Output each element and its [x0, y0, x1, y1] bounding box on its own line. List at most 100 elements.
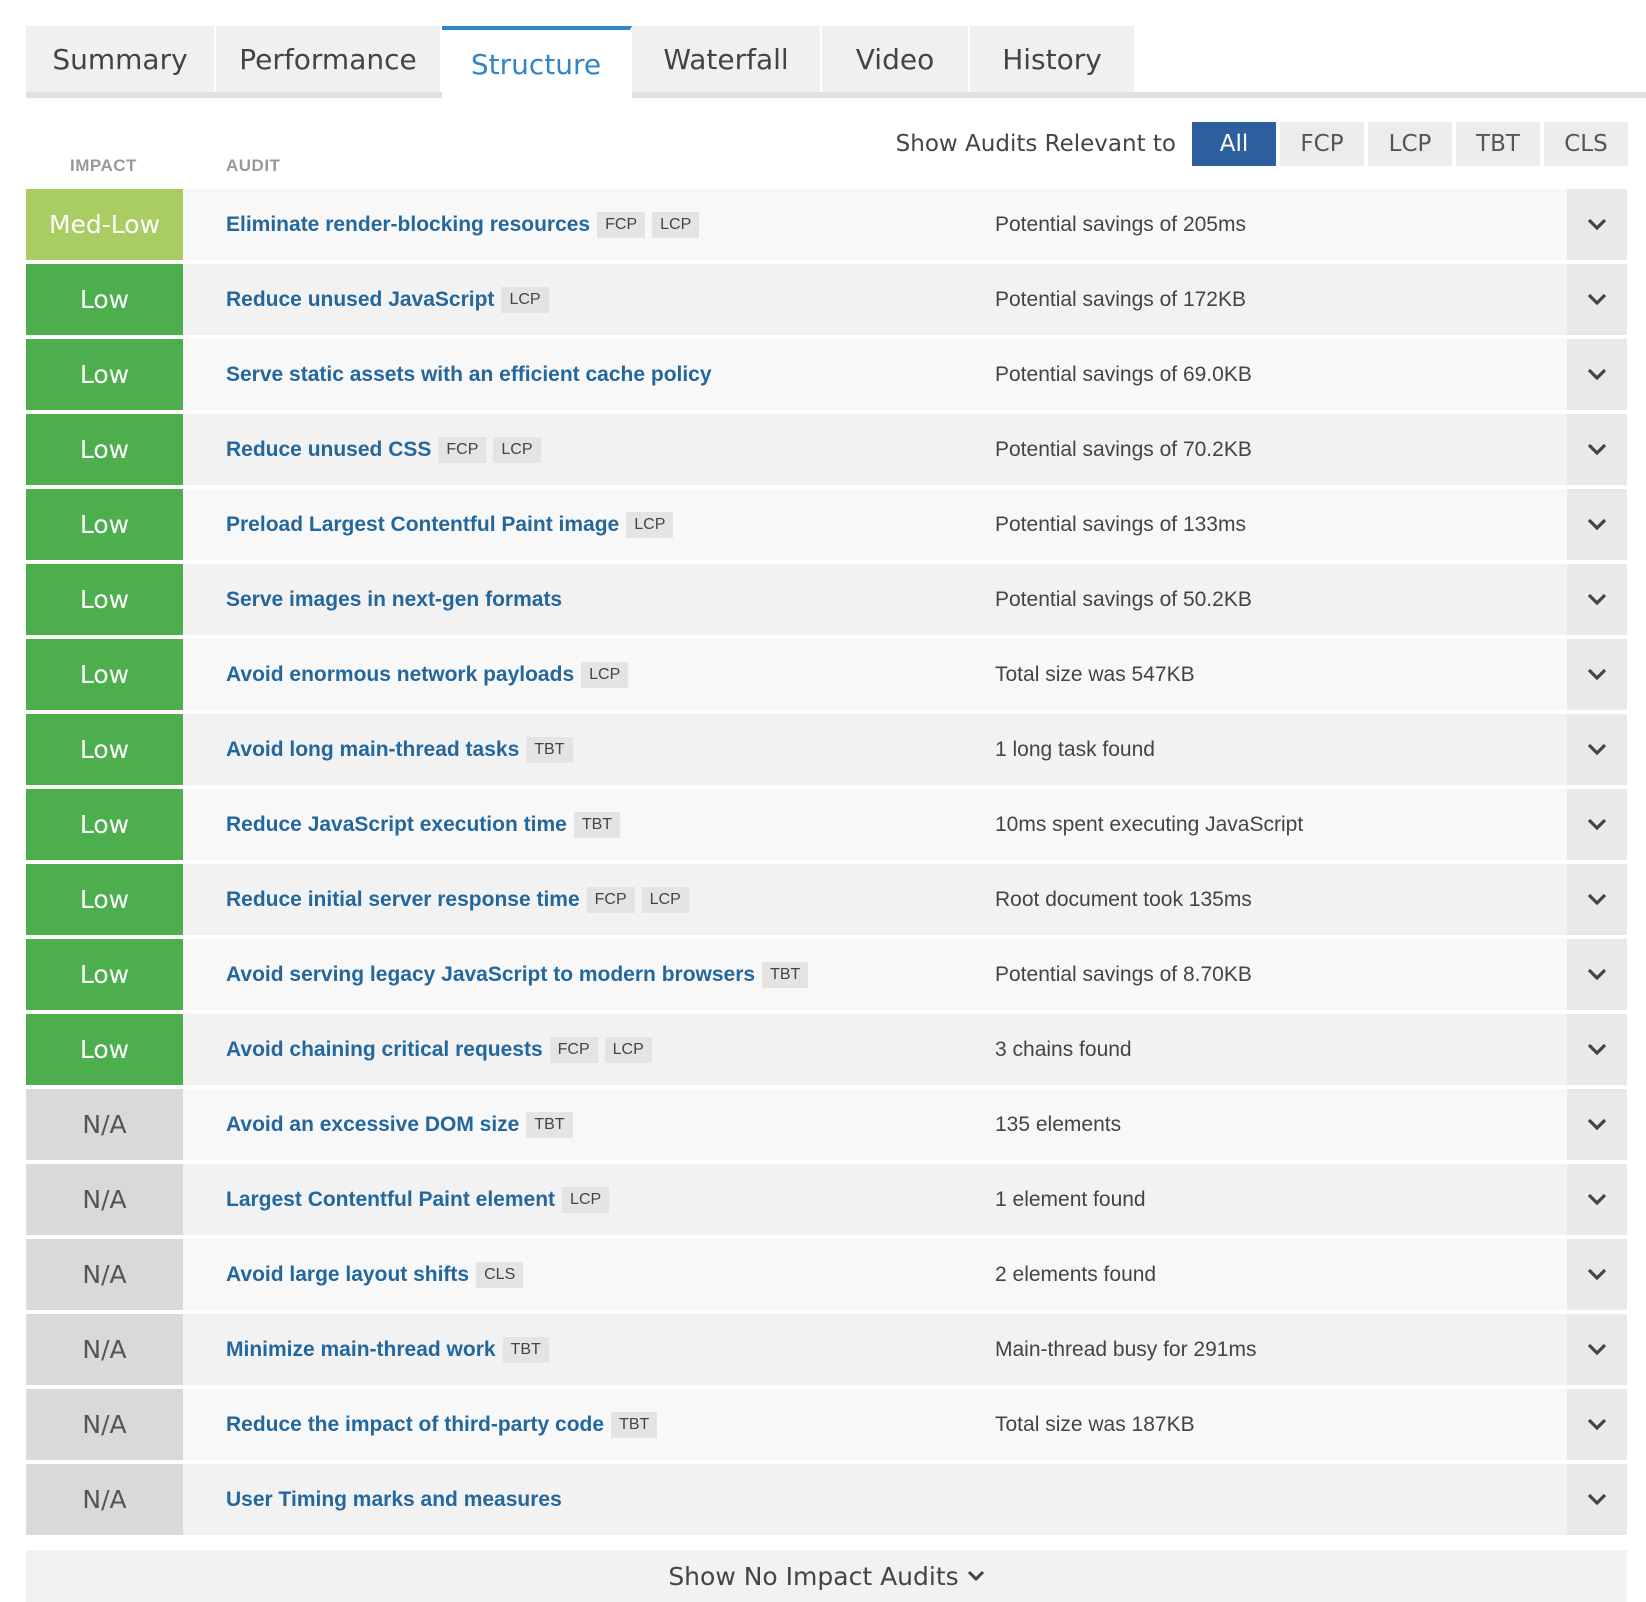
audit-title-link[interactable]: Reduce unused JavaScript	[226, 288, 494, 312]
audit-list: Med-Low Eliminate render-blocking resourc…	[26, 189, 1627, 1539]
audit-row[interactable]: Low Reduce unused CSS FCP LCP Potential savi…	[26, 414, 1627, 485]
audit-row[interactable]: N/A Minimize main-thread work TBT Main-thre…	[26, 1314, 1627, 1385]
impact-badge: Low	[26, 414, 183, 485]
expand-button[interactable]	[1567, 564, 1627, 635]
expand-button[interactable]	[1567, 939, 1627, 1010]
impact-badge: Low	[26, 339, 183, 410]
audit-column-header: AUDIT	[226, 156, 281, 175]
metric-tag: LCP	[493, 436, 541, 463]
metric-tag: TBT	[526, 1111, 573, 1138]
audit-row[interactable]: Low Preload Largest Contentful Paint imag…	[26, 489, 1627, 560]
audit-row[interactable]: N/A Largest Contentful Paint element LCP 1 …	[26, 1164, 1627, 1235]
impact-badge: N/A	[26, 1089, 183, 1160]
audit-row[interactable]: Low Avoid long main-thread tasks TBT 1 long…	[26, 714, 1627, 785]
audit-title-link[interactable]: Avoid enormous network payloads	[226, 663, 574, 687]
audit-row[interactable]: N/A User Timing marks and measures	[26, 1464, 1627, 1535]
expand-button[interactable]	[1567, 1314, 1627, 1385]
filter-tbt-button[interactable]: TBT	[1456, 122, 1540, 166]
expand-button[interactable]	[1567, 489, 1627, 560]
expand-button[interactable]	[1567, 1464, 1627, 1535]
filter-lcp-button[interactable]: LCP	[1368, 122, 1452, 166]
impact-badge: Low	[26, 489, 183, 560]
tab-performance[interactable]: Performance	[216, 26, 442, 92]
chevron-down-icon	[1587, 1193, 1607, 1205]
audit-detail: 3 chains found	[995, 1037, 1132, 1061]
audit-title-link[interactable]: Avoid chaining critical requests	[226, 1038, 543, 1062]
metric-tag: FCP	[597, 211, 646, 238]
audit-row[interactable]: Low Reduce JavaScript execution time TBT 10…	[26, 789, 1627, 860]
audit-detail: Potential savings of 8.70KB	[995, 962, 1252, 986]
audit-row[interactable]: Med-Low Eliminate render-blocking resourc…	[26, 189, 1627, 260]
impact-badge: Low	[26, 264, 183, 335]
filter-all-button[interactable]: All	[1192, 122, 1276, 166]
expand-button[interactable]	[1567, 1089, 1627, 1160]
audit-row[interactable]: Low Reduce initial server response time FC…	[26, 864, 1627, 935]
audit-filter: Show Audits Relevant to All FCP LCP TBT …	[896, 122, 1628, 166]
audit-title-link[interactable]: Avoid large layout shifts	[226, 1263, 469, 1287]
audit-title-link[interactable]: Eliminate render-blocking resources	[226, 213, 590, 237]
audit-title-link[interactable]: Reduce the impact of third-party code	[226, 1413, 604, 1437]
filter-fcp-button[interactable]: FCP	[1280, 122, 1364, 166]
impact-badge: Low	[26, 564, 183, 635]
audit-row[interactable]: Low Reduce unused JavaScript LCP Potential …	[26, 264, 1627, 335]
expand-button[interactable]	[1567, 414, 1627, 485]
expand-button[interactable]	[1567, 639, 1627, 710]
audit-row[interactable]: N/A Avoid an excessive DOM size TBT 135 ele…	[26, 1089, 1627, 1160]
impact-badge: Low	[26, 1014, 183, 1085]
expand-button[interactable]	[1567, 864, 1627, 935]
show-no-impact-audits-button[interactable]: Show No Impact Audits	[26, 1550, 1627, 1602]
audit-detail: Total size was 547KB	[995, 662, 1195, 686]
expand-button[interactable]	[1567, 1239, 1627, 1310]
filter-cls-button[interactable]: CLS	[1544, 122, 1628, 166]
audit-title-link[interactable]: User Timing marks and measures	[226, 1488, 562, 1512]
expand-button[interactable]	[1567, 189, 1627, 260]
audit-row[interactable]: N/A Reduce the impact of third-party code…	[26, 1389, 1627, 1460]
audit-row[interactable]: N/A Avoid large layout shifts CLS 2 element…	[26, 1239, 1627, 1310]
audit-title-link[interactable]: Preload Largest Contentful Paint image	[226, 513, 619, 537]
tab-video[interactable]: Video	[822, 26, 970, 92]
impact-badge: Low	[26, 639, 183, 710]
metric-tag: LCP	[604, 1036, 652, 1063]
audit-title-link[interactable]: Avoid serving legacy JavaScript to moder…	[226, 963, 755, 987]
audit-title-link[interactable]: Avoid long main-thread tasks	[226, 738, 519, 762]
audit-title-link[interactable]: Serve static assets with an efficient ca…	[226, 363, 712, 387]
expand-button[interactable]	[1567, 714, 1627, 785]
audit-title-link[interactable]: Minimize main-thread work	[226, 1338, 496, 1362]
audit-title-link[interactable]: Reduce initial server response time	[226, 888, 580, 912]
impact-badge: N/A	[26, 1464, 183, 1535]
chevron-down-icon	[1587, 968, 1607, 980]
metric-tag: LCP	[626, 511, 674, 538]
expand-button[interactable]	[1567, 1389, 1627, 1460]
chevron-down-icon	[1587, 518, 1607, 530]
audit-detail: 135 elements	[995, 1112, 1122, 1136]
audit-row[interactable]: Low Serve images in next-gen formats Poten…	[26, 564, 1627, 635]
audit-detail: Potential savings of 69.0KB	[995, 362, 1252, 386]
impact-badge: Low	[26, 864, 183, 935]
audit-title-link[interactable]: Reduce unused CSS	[226, 438, 431, 462]
tab-summary[interactable]: Summary	[26, 26, 216, 92]
metric-tag: FCP	[549, 1036, 598, 1063]
tab-waterfall[interactable]: Waterfall	[632, 26, 822, 92]
metric-tag: LCP	[652, 211, 700, 238]
chevron-down-icon	[1587, 668, 1607, 680]
audit-title-link[interactable]: Avoid an excessive DOM size	[226, 1113, 519, 1137]
chevron-down-icon	[1587, 368, 1607, 380]
audit-detail: Potential savings of 50.2KB	[995, 587, 1252, 611]
audit-title-link[interactable]: Largest Contentful Paint element	[226, 1188, 555, 1212]
expand-button[interactable]	[1567, 789, 1627, 860]
expand-button[interactable]	[1567, 1164, 1627, 1235]
expand-button[interactable]	[1567, 1014, 1627, 1085]
audit-title-link[interactable]: Serve images in next-gen formats	[226, 588, 562, 612]
audit-row[interactable]: Low Avoid serving legacy JavaScript to mo…	[26, 939, 1627, 1010]
impact-badge: Low	[26, 939, 183, 1010]
audit-row[interactable]: Low Avoid chaining critical requests FCP LC…	[26, 1014, 1627, 1085]
audit-row[interactable]: Low Avoid enormous network payloads LCP Tot…	[26, 639, 1627, 710]
audit-cell: Eliminate render-blocking resources FCP LC…	[183, 211, 995, 238]
chevron-down-icon	[1587, 818, 1607, 830]
expand-button[interactable]	[1567, 339, 1627, 410]
audit-title-link[interactable]: Reduce JavaScript execution time	[226, 813, 567, 837]
expand-button[interactable]	[1567, 264, 1627, 335]
tab-history[interactable]: History	[970, 26, 1136, 92]
tab-structure[interactable]: Structure	[442, 26, 632, 98]
audit-row[interactable]: Low Serve static assets with an efficient…	[26, 339, 1627, 410]
